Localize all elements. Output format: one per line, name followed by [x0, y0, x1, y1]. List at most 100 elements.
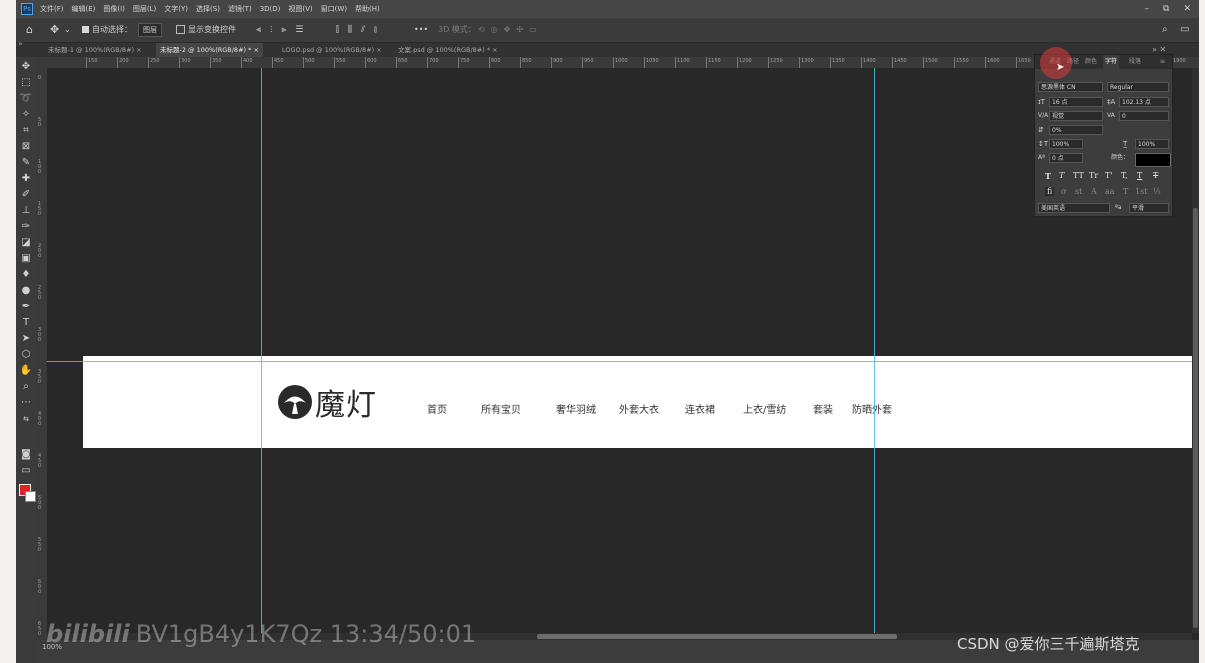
guide-horizontal[interactable]	[47, 361, 1199, 362]
menu-view[interactable]: 视图(V)	[288, 4, 312, 14]
healing-brush-icon[interactable]: ✚	[19, 172, 33, 186]
all-caps-button[interactable]: TT	[1073, 171, 1084, 180]
tab-copy-psd[interactable]: 文案.psd @ 100%(RGB/8#) * ×	[394, 43, 502, 57]
nav-home[interactable]: 首页	[427, 401, 447, 416]
menu-file[interactable]: 文件(F)	[40, 4, 64, 14]
menu-help[interactable]: 帮助(H)	[355, 4, 380, 14]
minimize-icon[interactable]: –	[1145, 4, 1150, 14]
menu-select[interactable]: 选择(S)	[196, 4, 220, 14]
text-color-swatch[interactable]	[1135, 153, 1171, 167]
ordinals-superscript-button[interactable]: 1st	[1135, 187, 1147, 196]
guide-vertical-right[interactable]	[874, 68, 875, 633]
hand-tool-icon[interactable]: ✋	[19, 364, 33, 378]
crop-tool-icon[interactable]: ⌗	[19, 124, 33, 138]
shape-tool-icon[interactable]: ⬡	[19, 348, 33, 362]
menu-edit[interactable]: 编辑(E)	[72, 4, 96, 14]
zoom-tool-icon[interactable]: ⌕	[19, 380, 33, 394]
marquee-tool-icon[interactable]: ⬚	[19, 76, 33, 90]
faux-bold-button[interactable]: T	[1045, 171, 1051, 181]
font-style-select[interactable]: Regular	[1107, 82, 1169, 92]
scale-proportion-field[interactable]: 0%	[1049, 125, 1103, 135]
menu-filter[interactable]: 滤镜(T)	[228, 4, 252, 14]
nav-sets[interactable]: 套装	[813, 401, 833, 416]
panel-menu-icon[interactable]: ≡	[1160, 55, 1165, 69]
move-tool-icon[interactable]: ✥	[50, 18, 59, 42]
menu-3d[interactable]: 3D(D)	[260, 5, 281, 13]
menu-window[interactable]: 窗口(W)	[321, 4, 347, 14]
more-tools-icon[interactable]: ⋯	[19, 396, 33, 410]
auto-select-checkbox[interactable]: 自动选择：	[82, 18, 132, 42]
screen-mode-icon[interactable]: ▭	[19, 464, 33, 478]
gradient-tool-icon[interactable]: ▣	[19, 252, 33, 266]
show-transform-checkbox[interactable]: 显示变换控件	[176, 18, 236, 42]
nav-all-products[interactable]: 所有宝贝	[481, 401, 521, 416]
move-tool-icon[interactable]: ✥	[19, 60, 33, 74]
fractions-button[interactable]: ½	[1153, 187, 1161, 196]
tab-untitled-1[interactable]: 未标题-1 @ 100%(RGB/8#) ×	[44, 43, 146, 57]
stamp-tool-icon[interactable]: ⊥	[19, 204, 33, 218]
tab-paragraph[interactable]: 段落	[1129, 55, 1141, 69]
vertical-scale-field[interactable]: 100%	[1049, 139, 1083, 149]
horizontal-scale-field[interactable]: 100%	[1135, 139, 1169, 149]
menu-image[interactable]: 图像(I)	[103, 4, 125, 14]
collapse-icon[interactable]: »	[18, 39, 23, 48]
menu-layer[interactable]: 图层(L)	[133, 4, 156, 14]
vertical-scrollbar[interactable]	[1192, 68, 1199, 633]
home-icon[interactable]: ⌂	[26, 18, 33, 42]
strikethrough-button[interactable]: T	[1153, 171, 1158, 180]
path-select-icon[interactable]: ➤	[19, 332, 33, 346]
ordinals-button[interactable]: T	[1123, 187, 1128, 196]
font-size-field[interactable]: 16 点	[1049, 97, 1103, 107]
distribute-buttons-icon[interactable]: ⫿⫼⫽⫾	[336, 18, 386, 42]
guide-vertical-left[interactable]	[261, 68, 262, 633]
small-caps-button[interactable]: Tr	[1089, 171, 1098, 180]
subscript-button[interactable]: T,	[1121, 171, 1128, 180]
superscript-button[interactable]: T'	[1105, 171, 1113, 180]
faux-italic-button[interactable]: T	[1059, 171, 1064, 180]
nav-sun-protection[interactable]: 防晒外套	[852, 401, 892, 416]
workspace-icon[interactable]: ▭	[1180, 18, 1189, 42]
leading-field[interactable]: 102.13 点	[1119, 97, 1169, 107]
swash-button[interactable]: A	[1091, 187, 1097, 196]
underline-button[interactable]: T	[1137, 171, 1142, 180]
nav-tops[interactable]: 上衣/雪纺	[743, 401, 786, 416]
tab-character[interactable]: 字符	[1103, 55, 1120, 69]
panel-collapse-icon[interactable]: » ✕	[1152, 45, 1166, 54]
magic-wand-icon[interactable]: ✧	[19, 108, 33, 122]
nav-coats[interactable]: 外套大衣	[619, 401, 659, 416]
titling-button[interactable]: aa	[1105, 187, 1115, 196]
stylistic-button[interactable]: st	[1075, 187, 1082, 196]
tab-color[interactable]: 颜色	[1085, 55, 1097, 69]
artboard-nav-banner[interactable]: 魔灯 首页 所有宝贝 奢华羽绒 外套大衣 连衣裙 上衣/雪纺 套装 防晒外套	[83, 356, 1194, 448]
nav-luxury-down[interactable]: 奢华羽绒	[556, 401, 596, 416]
align-buttons-icon[interactable]: ⫷⫶⫸☰	[256, 18, 312, 42]
tracking-field[interactable]: 0	[1119, 111, 1169, 121]
kerning-field[interactable]: 视觉	[1049, 111, 1103, 121]
chevron-down-icon[interactable]: ⌄	[64, 18, 71, 42]
history-brush-icon[interactable]: ✑	[19, 220, 33, 234]
quick-mask-icon[interactable]: ◙	[19, 448, 33, 462]
close-icon[interactable]: ✕	[1183, 4, 1191, 14]
pen-tool-icon[interactable]: ✒	[19, 300, 33, 314]
brush-tool-icon[interactable]: ✐	[19, 188, 33, 202]
swap-colors-icon[interactable]: ⇆	[19, 412, 33, 426]
discretionary-ligatures-button[interactable]: ơ	[1061, 187, 1066, 196]
horizontal-scroll-thumb[interactable]	[537, 634, 897, 639]
nav-dresses[interactable]: 连衣裙	[685, 401, 715, 416]
restore-icon[interactable]: ⧉	[1163, 4, 1169, 14]
baseline-shift-field[interactable]: 0 点	[1049, 153, 1083, 163]
tab-logo-psd[interactable]: LOGO.psd @ 100%(RGB/8#) ×	[278, 43, 386, 57]
tab-untitled-2[interactable]: 未标题-2 @ 100%(RGB/8#) * ×	[156, 43, 263, 57]
frame-tool-icon[interactable]: ⊠	[19, 140, 33, 154]
background-color-swatch[interactable]	[25, 491, 36, 502]
menu-type[interactable]: 文字(Y)	[164, 4, 188, 14]
antialias-select[interactable]: 平滑	[1129, 203, 1169, 213]
ligatures-button[interactable]: fi	[1045, 187, 1055, 196]
blur-tool-icon[interactable]: ♦	[19, 268, 33, 282]
canvas-area[interactable]: 魔灯 首页 所有宝贝 奢华羽绒 外套大衣 连衣裙 上衣/雪纺 套装 防晒外套	[47, 68, 1194, 633]
search-icon[interactable]: ⌕	[1162, 18, 1168, 42]
lasso-tool-icon[interactable]: ➰	[19, 92, 33, 106]
type-tool-icon[interactable]: T	[19, 316, 33, 330]
dodge-tool-icon[interactable]: ●	[19, 284, 33, 298]
auto-select-dropdown[interactable]: 图层	[138, 18, 162, 42]
